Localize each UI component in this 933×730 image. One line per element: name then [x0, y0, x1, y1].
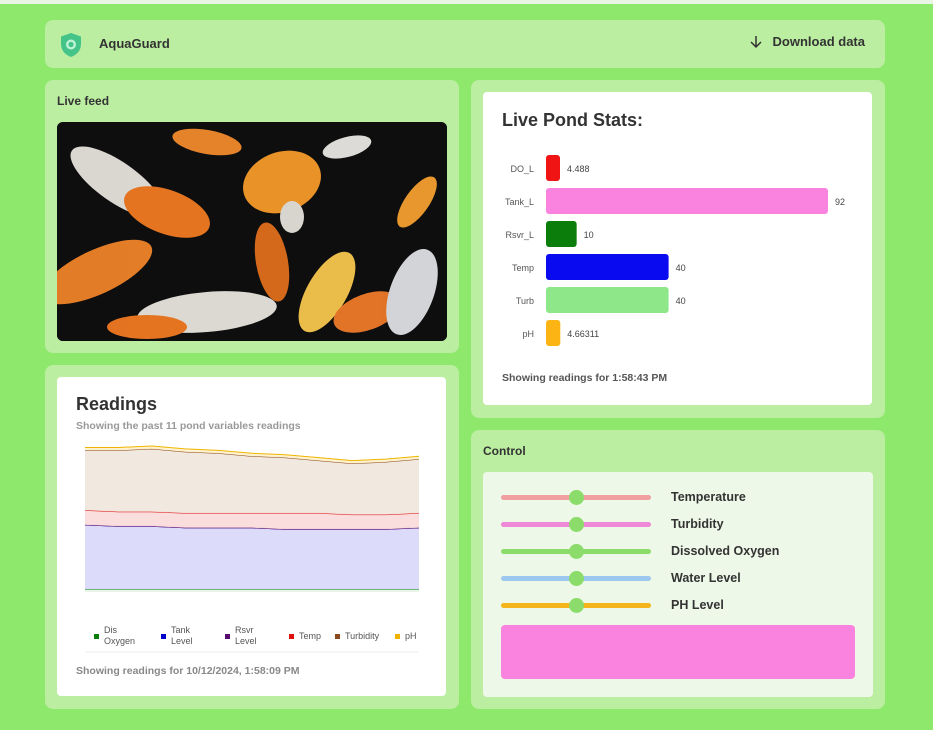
readings-panel: Readings Showing the past 11 pond variab…	[45, 365, 459, 709]
pond-stats-bar-chart: DO_L 4.488 Tank_L 92 Rsvr_L 10 Temp 40 Turb 40 pH 4…	[505, 155, 845, 346]
legend-swatch	[94, 634, 99, 639]
live-feed-panel: Live feed	[45, 80, 459, 353]
legend-swatch	[225, 634, 230, 639]
slider-turbidity[interactable]: Turbidity	[501, 515, 861, 535]
bar-category-label: Turb	[516, 296, 534, 306]
slider-thumb[interactable]	[568, 490, 584, 505]
legend-swatch	[335, 634, 340, 639]
bar-ph[interactable]	[546, 320, 561, 346]
bar-category-label: Temp	[512, 263, 534, 273]
download-data-label: Download data	[772, 34, 865, 49]
slider-temperature[interactable]: Temperature	[501, 488, 861, 508]
slider-thumb[interactable]	[568, 598, 584, 613]
bar-value-label: 92	[835, 197, 845, 207]
download-data-button[interactable]: Download data	[749, 34, 865, 49]
slider-label: Turbidity	[671, 517, 724, 531]
bar-category-label: pH	[522, 329, 534, 339]
slider-dissolved-oxygen[interactable]: Dissolved Oxygen	[501, 542, 861, 562]
bar-turb[interactable]	[546, 287, 669, 313]
readings-footer: Showing readings for 10/12/2024, 1:58:09…	[76, 665, 300, 677]
slider-thumb[interactable]	[568, 517, 584, 532]
control-area: Temperature Turbidity Dissolved Oxygen Wate…	[483, 472, 873, 697]
arrow-down-icon	[750, 35, 762, 48]
stats-panel: Live Pond Stats: DO_L 4.488 Tank_L 92 Rsvr_L…	[471, 80, 885, 418]
slider-ph-level[interactable]: PH Level	[501, 596, 861, 616]
legend-swatch	[161, 634, 166, 639]
legend-label: Turbidity	[345, 631, 380, 641]
stats-title: Live Pond Stats:	[502, 110, 644, 130]
live-feed-title: Live feed	[57, 94, 110, 108]
slider-label: Temperature	[671, 490, 746, 504]
control-output-box	[501, 625, 855, 679]
app-header: AquaGuard Download data	[45, 20, 885, 68]
bar-category-label: DO_L	[510, 164, 534, 174]
readings-subtitle: Showing the past 11 pond variables readi…	[76, 420, 301, 432]
slider-thumb[interactable]	[568, 544, 584, 559]
bar-category-label: Tank_L	[505, 197, 534, 207]
legend-label: Dis Oxygen	[104, 625, 135, 646]
bar-value-label: 4.488	[567, 164, 590, 174]
bar-value-label: 40	[676, 263, 686, 273]
bar-rsvr-l[interactable]	[546, 221, 577, 247]
legend-label: Temp	[299, 631, 321, 641]
bar-value-label: 4.66311	[567, 329, 599, 339]
legend-label: Tank Level	[171, 625, 193, 646]
live-feed-video[interactable]	[57, 122, 447, 341]
slider-label: Water Level	[671, 571, 741, 585]
legend-swatch	[289, 634, 294, 639]
app-name: AquaGuard	[99, 36, 170, 51]
legend-label: pH	[405, 631, 417, 641]
bar-temp[interactable]	[546, 254, 669, 280]
readings-card: Readings Showing the past 11 pond variab…	[57, 377, 446, 696]
bar-category-label: Rsvr_L	[505, 230, 534, 240]
bar-value-label: 40	[676, 296, 686, 306]
control-panel: Control Temperature Turbidity Dissolved Ox…	[471, 430, 885, 709]
slider-label: PH Level	[671, 598, 724, 612]
bar-tank-l[interactable]	[546, 188, 828, 214]
top-border	[0, 0, 933, 4]
legend-swatch	[395, 634, 400, 639]
koi-fish-image	[57, 122, 447, 341]
readings-area-chart: Dis Oxygen Tank Level Rsvr Level Temp Turbidity…	[84, 445, 420, 653]
stats-card: Live Pond Stats: DO_L 4.488 Tank_L 92 Rsvr_L…	[483, 92, 872, 405]
legend-label: Rsvr Level	[235, 625, 257, 646]
slider-thumb[interactable]	[568, 571, 584, 586]
area-turbidity	[85, 448, 419, 515]
stats-footer: Showing readings for 1:58:43 PM	[502, 372, 668, 384]
bar-value-label: 10	[584, 230, 594, 240]
readings-title: Readings	[76, 394, 158, 414]
area-tank-level	[85, 524, 419, 590]
bar-do-l[interactable]	[546, 155, 560, 181]
slider-label: Dissolved Oxygen	[671, 544, 780, 558]
control-title: Control	[483, 444, 526, 458]
shield-logo-icon	[61, 33, 81, 57]
slider-water-level[interactable]: Water Level	[501, 569, 861, 589]
